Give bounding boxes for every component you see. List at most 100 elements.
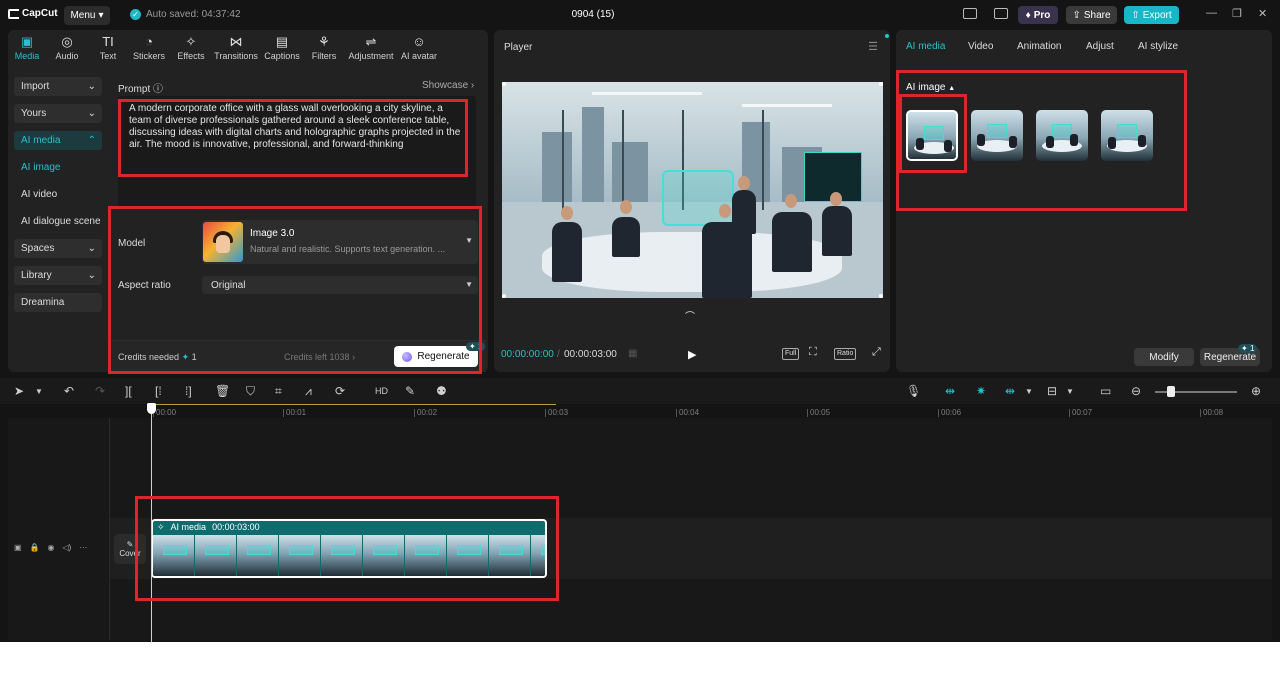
ai-person-icon[interactable]: ⚉ (436, 384, 447, 398)
zoom-slider-handle[interactable] (1167, 386, 1175, 397)
rotate-handle-icon[interactable]: ⌒ (685, 308, 695, 323)
ratio-button[interactable]: Ratio (834, 348, 857, 360)
magic-wand-icon[interactable]: ✎ (405, 384, 415, 398)
tab-ai-avatar[interactable]: ☺ AI avatar (398, 30, 440, 66)
eye-icon[interactable]: ◉ (48, 543, 55, 552)
tab-text[interactable]: TI Text (88, 30, 128, 66)
shield-icon[interactable]: ⛉ (246, 384, 255, 399)
layout-icon[interactable] (963, 8, 977, 19)
split-icon[interactable]: ][ (125, 384, 132, 398)
undo-icon[interactable]: ↶ (64, 384, 74, 398)
modify-button[interactable]: Modify (1134, 348, 1194, 366)
tab-adjust[interactable]: Adjust (1086, 41, 1114, 52)
tab-stickers[interactable]: ◔ Stickers (128, 30, 170, 66)
chevron-right-icon: › (470, 80, 475, 91)
project-title[interactable]: 0904 (15) (560, 9, 626, 20)
sidebar-item-yours[interactable]: Yours ⌄ (14, 104, 102, 123)
diamond-icon: ♦ (1025, 9, 1031, 21)
chevron-down-icon: ⌄ (87, 108, 96, 119)
sidebar-item-ai-media[interactable]: AI media ⌃ (14, 131, 102, 150)
chevron-down-icon[interactable]: ▼ (1025, 387, 1033, 396)
tab-captions[interactable]: ▤ Captions (260, 30, 304, 66)
preview-axis-icon[interactable]: ⊟ (1047, 384, 1057, 398)
zoom-out-icon[interactable]: ⊖ (1131, 384, 1141, 398)
track-icon[interactable]: ▣ (14, 543, 22, 552)
minimize-icon[interactable]: — (1206, 7, 1217, 19)
sidebar-item-dreamina[interactable]: Dreamina (14, 293, 102, 312)
magnet-icon[interactable]: ✷ (976, 384, 986, 398)
export-button[interactable]: ⇧ Export (1124, 6, 1179, 24)
playhead-handle[interactable] (147, 403, 156, 414)
hamburger-icon[interactable]: ☰ (868, 40, 878, 53)
select-tool-icon[interactable]: ➤ (14, 384, 24, 398)
crop-icon[interactable]: ⌗ (275, 384, 282, 399)
track-controls: ▣ 🔒 ◉ ◁) ··· (14, 543, 87, 552)
highlight-prompt (118, 99, 468, 177)
fullscreen-icon[interactable]: ⤢ (872, 346, 881, 359)
volume-icon[interactable]: ◁) (63, 543, 72, 552)
sidebar-item-import[interactable]: Import ⌄ (14, 77, 102, 96)
timeline-ruler[interactable]: 00:00 00:01 00:02 00:03 00:04 00:05 00:0… (146, 404, 1272, 418)
sidebar-item-library[interactable]: Library ⌄ (14, 266, 102, 285)
split-right-icon[interactable]: ⁞] (185, 384, 192, 398)
frame-grid-icon[interactable]: ▦ (628, 348, 637, 359)
chevron-down-icon: ⌄ (87, 81, 96, 92)
edit-icon: ✎ (126, 540, 134, 549)
rotate-icon[interactable]: ⟳ (335, 384, 345, 398)
check-icon: ✓ (130, 9, 141, 20)
chevron-up-icon: ⌃ (87, 135, 96, 146)
snap-icon[interactable]: ⇹ (1005, 384, 1015, 398)
maximize-icon[interactable]: ❐ (1232, 7, 1242, 20)
sidebar-item-ai-image[interactable]: AI image (14, 158, 102, 177)
sidebar-item-ai-video[interactable]: AI video (14, 185, 102, 204)
ruler-tick: 00:00 (152, 408, 177, 417)
tab-transitions[interactable]: ⋈ Transitions (212, 30, 260, 66)
sidebar-item-ai-dialogue-scene[interactable]: AI dialogue scene (14, 212, 102, 231)
caption-icon[interactable]: ▭ (1100, 384, 1111, 398)
hd-icon[interactable]: HD (375, 386, 388, 396)
sidebar-item-spaces[interactable]: Spaces ⌄ (14, 239, 102, 258)
autosave-status: ✓ Auto saved: 04:37:42 (130, 9, 241, 20)
close-icon[interactable]: ✕ (1258, 7, 1267, 20)
mirror-icon[interactable]: ⩘ (305, 384, 312, 399)
chevron-down-icon[interactable]: ▼ (35, 387, 43, 396)
text-icon: TI (102, 34, 114, 49)
tab-animation[interactable]: Animation (1017, 41, 1061, 52)
tab-effects[interactable]: ✧ Effects (170, 30, 212, 66)
video-preview[interactable] (502, 82, 883, 298)
link-icon[interactable]: ⇹ (945, 384, 955, 398)
redo-icon[interactable]: ↷ (95, 384, 105, 398)
tab-ai-media[interactable]: AI media (906, 41, 945, 52)
menu-button[interactable]: Menu ▾ (64, 6, 110, 25)
lock-icon[interactable]: 🔒 (30, 543, 40, 552)
upload-icon: ⇧ (1131, 9, 1140, 21)
tab-ai-stylize[interactable]: AI stylize (1138, 41, 1178, 52)
player-title: Player (504, 42, 533, 53)
track-header (8, 418, 110, 640)
share-button[interactable]: ⇪ Share (1066, 6, 1117, 24)
pro-button[interactable]: ♦ Pro (1018, 6, 1058, 24)
highlight-selected-image (899, 94, 967, 173)
chevron-down-icon[interactable]: ▼ (1066, 387, 1074, 396)
play-icon[interactable]: ▶ (688, 348, 696, 361)
full-button[interactable]: Full (782, 348, 800, 360)
tab-audio[interactable]: ◎ Audio (46, 30, 88, 66)
microphone-icon[interactable]: 🎙 (906, 384, 921, 398)
tab-adjustment[interactable]: ⇌ Adjustment (344, 30, 398, 66)
split-left-icon[interactable]: [⁞ (155, 384, 162, 398)
tab-media[interactable]: ▣ Media (8, 30, 46, 66)
delete-icon[interactable]: 🗑 (215, 384, 230, 398)
tab-video[interactable]: Video (968, 41, 993, 52)
ruler-tick: 00:01 (282, 408, 307, 417)
shortcuts-icon[interactable] (994, 8, 1008, 19)
fit-screen-icon[interactable]: ⛶ (809, 346, 817, 359)
tab-filters[interactable]: ⚘ Filters (304, 30, 344, 66)
more-icon[interactable]: ··· (79, 543, 87, 552)
adjustment-icon: ⇌ (365, 34, 377, 49)
effects-icon: ✧ (185, 34, 197, 49)
media-icon: ▣ (20, 34, 34, 49)
zoom-in-icon[interactable]: ⊕ (1251, 384, 1261, 398)
filters-icon: ⚘ (318, 34, 330, 49)
sticker-icon: ◔ (145, 34, 153, 49)
showcase-link[interactable]: Showcase › (422, 80, 474, 91)
